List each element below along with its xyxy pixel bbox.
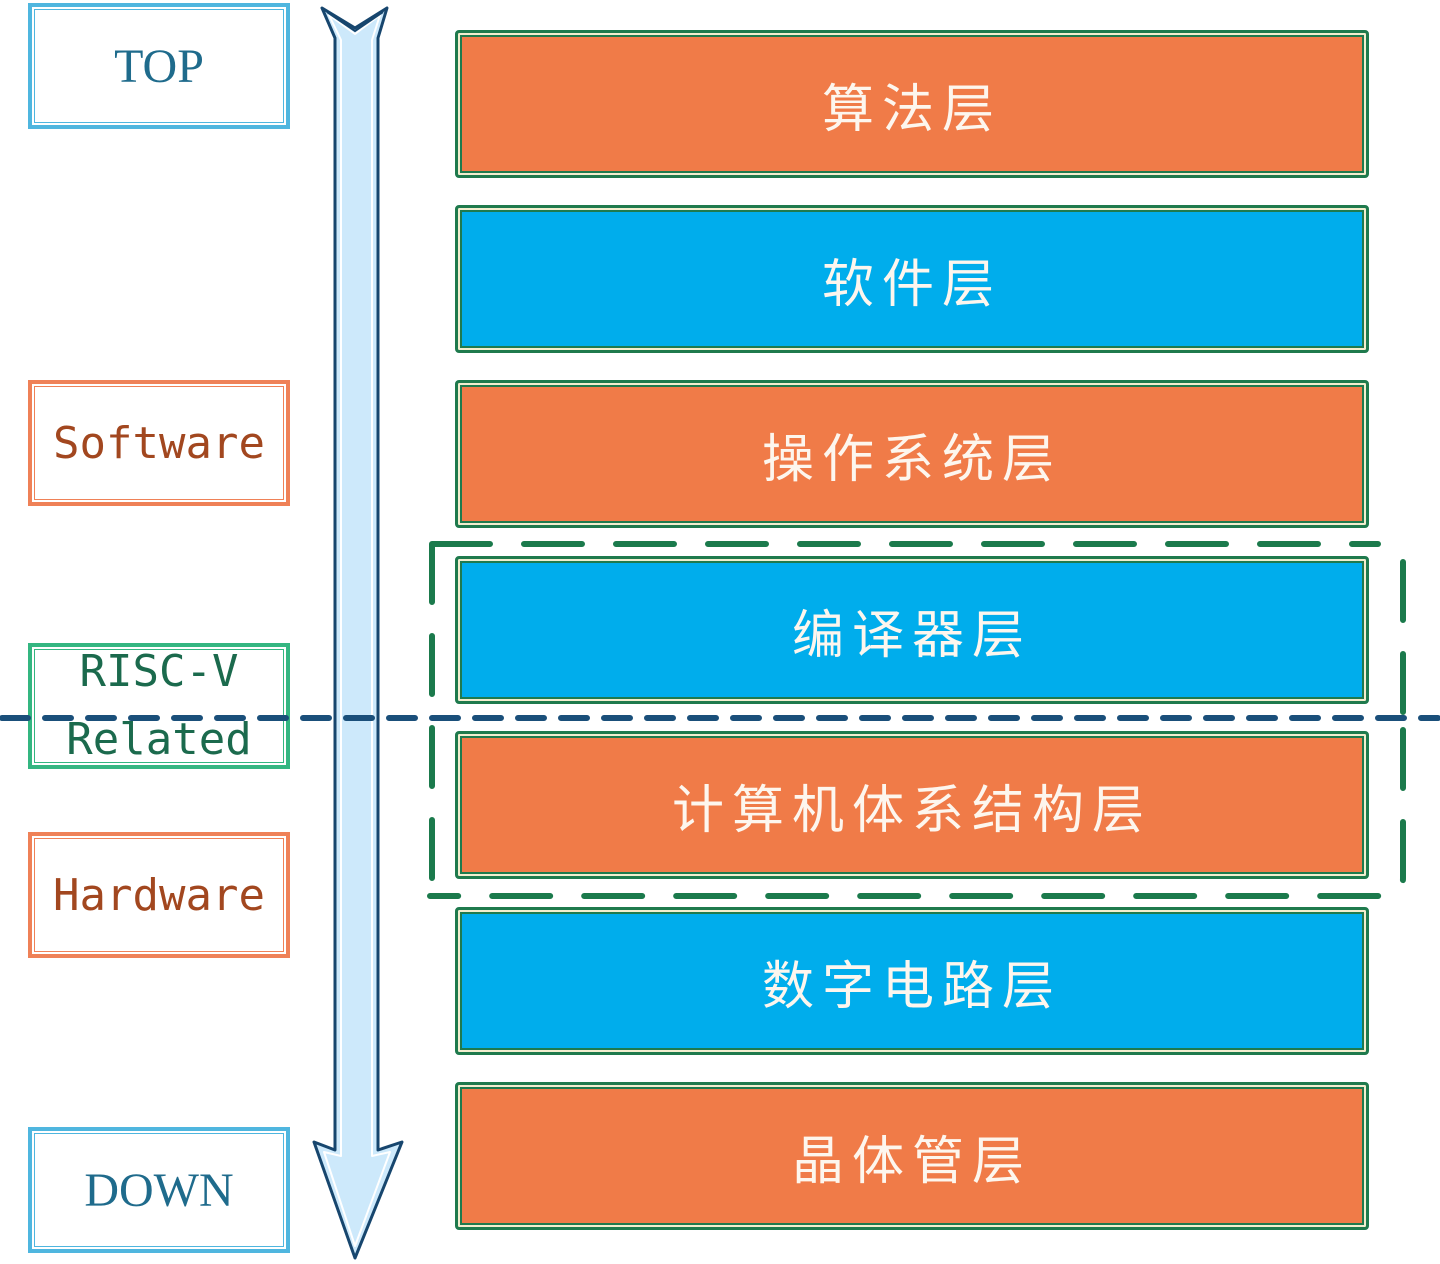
overlay-graphics bbox=[0, 6, 1440, 1260]
down-arrow-icon bbox=[312, 6, 404, 1260]
